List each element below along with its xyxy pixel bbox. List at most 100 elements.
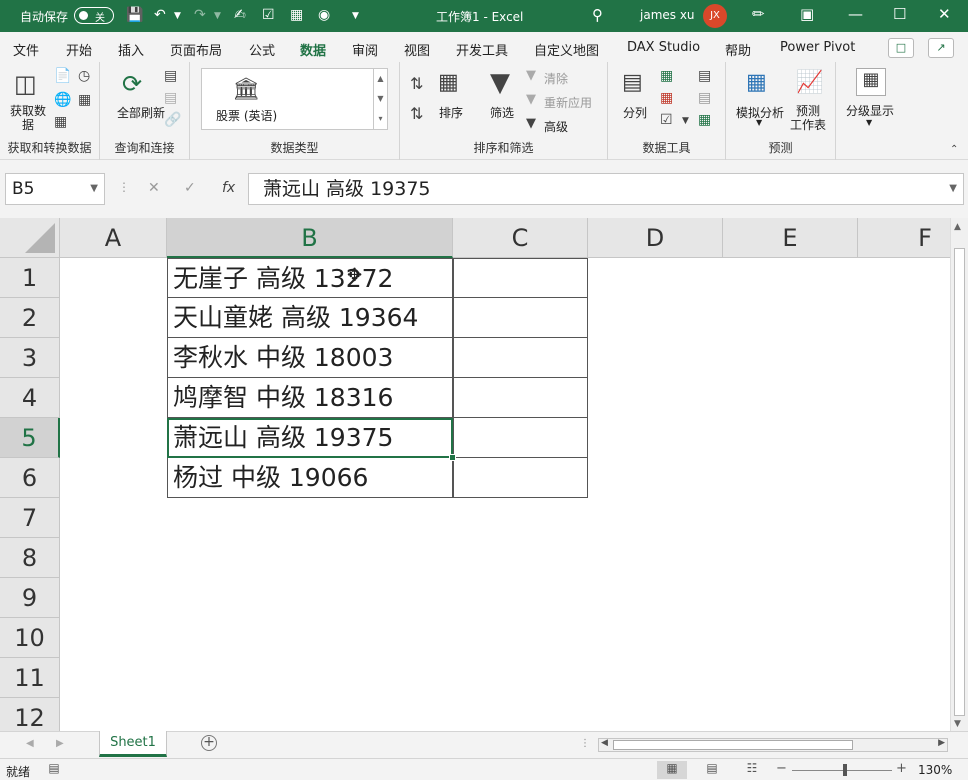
cell-c6[interactable] (453, 458, 588, 498)
horizontal-scrollbar[interactable]: ◀ ▶ (598, 738, 948, 752)
what-if-dropdown-icon[interactable]: ▼ (756, 118, 762, 127)
tab-dax-studio[interactable]: DAX Studio (627, 40, 700, 55)
save-icon[interactable]: 💾 (126, 7, 143, 23)
avatar[interactable]: JX (703, 4, 727, 28)
tab-formulas[interactable]: 公式 (249, 40, 275, 59)
row-header-1[interactable]: 1 (0, 258, 60, 298)
customize-qat-icon[interactable]: ▼ (352, 11, 359, 21)
page-layout-view-icon[interactable]: ▤ (697, 761, 727, 779)
macro-record-icon[interactable]: ▤ (44, 761, 64, 779)
next-sheet-icon[interactable]: ▶ (56, 738, 64, 749)
data-validation-icon[interactable]: ☑ (660, 112, 673, 128)
row-header-6[interactable]: 6 (0, 458, 60, 498)
gallery-down-icon[interactable]: ▼ (373, 89, 387, 109)
column-header-e[interactable]: E (723, 218, 858, 258)
maximize-icon[interactable]: ☐ (893, 5, 906, 23)
row-header-3[interactable]: 3 (0, 338, 60, 378)
undo-icon[interactable]: ↶ (154, 7, 166, 23)
consolidate-icon[interactable]: ▤ (698, 68, 711, 84)
name-box-dropdown-icon[interactable]: ▼ (90, 174, 98, 204)
sort-button[interactable]: 排序 (436, 104, 466, 121)
sort-az-icon[interactable]: ⇅ (410, 74, 423, 93)
redo-dropdown-icon[interactable]: ▼ (214, 11, 221, 21)
cancel-icon[interactable]: ✕ (148, 180, 160, 196)
column-header-d[interactable]: D (588, 218, 723, 258)
gallery-more-icon[interactable]: ▾ (373, 109, 387, 129)
outline-button[interactable]: 分级显示 (842, 102, 898, 119)
zoom-slider[interactable] (792, 770, 892, 771)
add-sheet-icon[interactable]: + (201, 735, 217, 751)
cell-c2[interactable] (453, 298, 588, 338)
ribbon-display-icon[interactable]: ▣ (800, 5, 814, 23)
data-model-icon[interactable]: ▦ (698, 112, 711, 128)
tab-data[interactable]: 数据 (300, 40, 327, 66)
flash-fill-icon[interactable]: ▦ (660, 68, 673, 84)
tab-insert[interactable]: 插入 (118, 40, 144, 59)
tab-help[interactable]: 帮助 (725, 40, 751, 59)
cell-c5[interactable] (453, 418, 588, 458)
user-name[interactable]: james xu (640, 8, 695, 22)
zoom-in-icon[interactable]: + (896, 761, 907, 776)
column-header-b[interactable]: B (167, 218, 453, 258)
from-web-icon[interactable]: 🌐 (54, 92, 71, 108)
form-icon[interactable]: ▦ (290, 7, 303, 23)
touch-mode-icon[interactable]: ✍ (234, 7, 246, 23)
camera-icon[interactable]: ◉ (318, 7, 330, 23)
column-header-a[interactable]: A (60, 218, 167, 258)
row-header-7[interactable]: 7 (0, 498, 60, 538)
clear-button[interactable]: 清除 (544, 70, 568, 87)
column-header-c[interactable]: C (453, 218, 588, 258)
gallery-up-icon[interactable]: ▲ (373, 69, 387, 89)
scroll-left-icon[interactable]: ◀ (601, 738, 608, 748)
forecast-sheet-button[interactable]: 预测 工作表 (788, 104, 828, 132)
column-header-f[interactable]: F (858, 218, 950, 258)
filter-button[interactable]: 筛选 (484, 104, 520, 121)
tab-file[interactable]: 文件 (13, 40, 39, 59)
close-icon[interactable]: ✕ (938, 5, 951, 23)
collapse-ribbon-icon[interactable]: ⌃ (950, 144, 958, 155)
fill-handle[interactable] (449, 454, 456, 461)
splitter-icon[interactable]: ⋮ (118, 180, 130, 194)
text-to-columns-button[interactable]: 分列 (620, 104, 650, 121)
row-header-9[interactable]: 9 (0, 578, 60, 618)
zoom-out-icon[interactable]: − (776, 761, 787, 776)
stock-datatype-gallery[interactable]: 🏛 股票 (英语) ▲ ▼ ▾ (201, 68, 388, 130)
scroll-right-icon[interactable]: ▶ (938, 738, 945, 748)
vertical-scrollbar[interactable]: ▲ ▼ (950, 218, 968, 731)
select-all-button[interactable] (0, 218, 60, 258)
relationships-icon[interactable]: ▤ (698, 90, 711, 106)
scroll-up-icon[interactable]: ▲ (954, 222, 961, 232)
scroll-down-icon[interactable]: ▼ (954, 719, 961, 729)
cell-b5[interactable]: 萧远山 高级 19375 (167, 418, 453, 458)
enter-icon[interactable]: ✓ (184, 180, 196, 196)
recent-sources-icon[interactable]: ◷ (78, 68, 90, 84)
row-header-5[interactable]: 5 (0, 418, 60, 458)
cell-b1[interactable]: 无崖子 高级 13272 (167, 258, 453, 298)
tab-power-pivot[interactable]: Power Pivot (780, 40, 855, 55)
normal-view-icon[interactable]: ▦ (657, 761, 687, 779)
tab-developer[interactable]: 开发工具 (456, 40, 508, 59)
get-data-button[interactable]: 获取数 据 (6, 104, 50, 132)
undo-dropdown-icon[interactable]: ▼ (174, 11, 181, 21)
from-table-icon[interactable]: ▦ (54, 114, 67, 130)
cell-b3[interactable]: 李秋水 中级 18003 (167, 338, 453, 378)
advanced-filter-button[interactable]: 高级 (544, 118, 568, 135)
insert-function-icon[interactable]: fx (222, 180, 235, 196)
queries-icon[interactable]: ▤ (164, 68, 177, 84)
expand-formula-icon[interactable]: ▼ (949, 174, 957, 204)
prev-sheet-icon[interactable]: ◀ (26, 738, 34, 749)
formula-input[interactable]: 萧远山 高级 19375 ▼ (248, 173, 964, 205)
row-header-10[interactable]: 10 (0, 618, 60, 658)
existing-connections-icon[interactable]: ▦ (78, 92, 91, 108)
cell-c3[interactable] (453, 338, 588, 378)
row-header-12[interactable]: 12 (0, 698, 60, 731)
page-break-view-icon[interactable]: ☷ (737, 761, 767, 779)
cell-c4[interactable] (453, 378, 588, 418)
checkbox-icon[interactable]: ☑ (262, 7, 275, 23)
row-header-2[interactable]: 2 (0, 298, 60, 338)
row-header-11[interactable]: 11 (0, 658, 60, 698)
edit-links-icon[interactable]: 🔗 (164, 112, 181, 128)
cell-b2[interactable]: 天山童姥 高级 19364 (167, 298, 453, 338)
from-text-icon[interactable]: 📄 (54, 68, 71, 84)
properties-icon[interactable]: ▤ (164, 90, 177, 106)
